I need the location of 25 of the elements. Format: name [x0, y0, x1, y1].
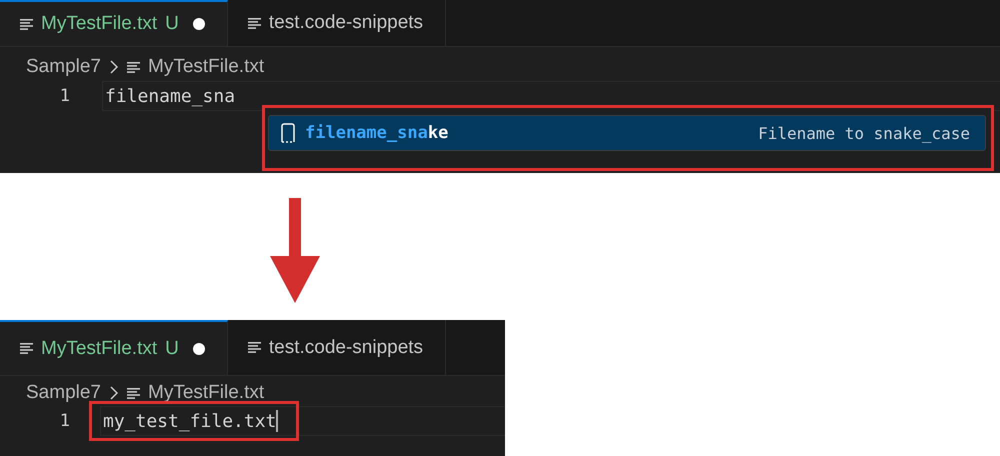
line-number: 1: [58, 411, 70, 431]
text-file-icon: [248, 342, 261, 353]
breadcrumb-item[interactable]: Sample7: [26, 56, 101, 78]
editor-tab[interactable]: MyTestFile.txt U: [0, 320, 228, 375]
status-letter: U: [165, 13, 179, 35]
chevron-icon: [109, 386, 119, 400]
editor-tab[interactable]: MyTestFile.txt U: [0, 0, 228, 46]
suggestion-item[interactable]: filename_snake Filename to snake_case: [268, 115, 986, 151]
snippet-icon: [281, 123, 295, 143]
breadcrumb-item[interactable]: MyTestFile.txt: [148, 382, 264, 404]
text-file-icon: [20, 343, 33, 354]
status-letter: U: [165, 338, 179, 360]
breadcrumb-item[interactable]: MyTestFile.txt: [148, 56, 264, 78]
line-number: 1: [58, 86, 70, 106]
suggestion-label: filename_snake: [305, 123, 448, 143]
code-text: my_test_file.txt: [103, 410, 276, 432]
text-file-icon: [127, 62, 140, 72]
text-file-icon: [20, 18, 33, 30]
text-file-icon: [248, 18, 261, 28]
suggestion-detail: Filename to snake_case: [758, 124, 970, 142]
down-arrow-icon: [270, 198, 320, 303]
breadcrumb-item[interactable]: Sample7: [26, 382, 101, 404]
code-text: filename_sna: [105, 86, 236, 106]
chevron-icon: [109, 60, 119, 74]
text-file-icon: [127, 388, 140, 398]
